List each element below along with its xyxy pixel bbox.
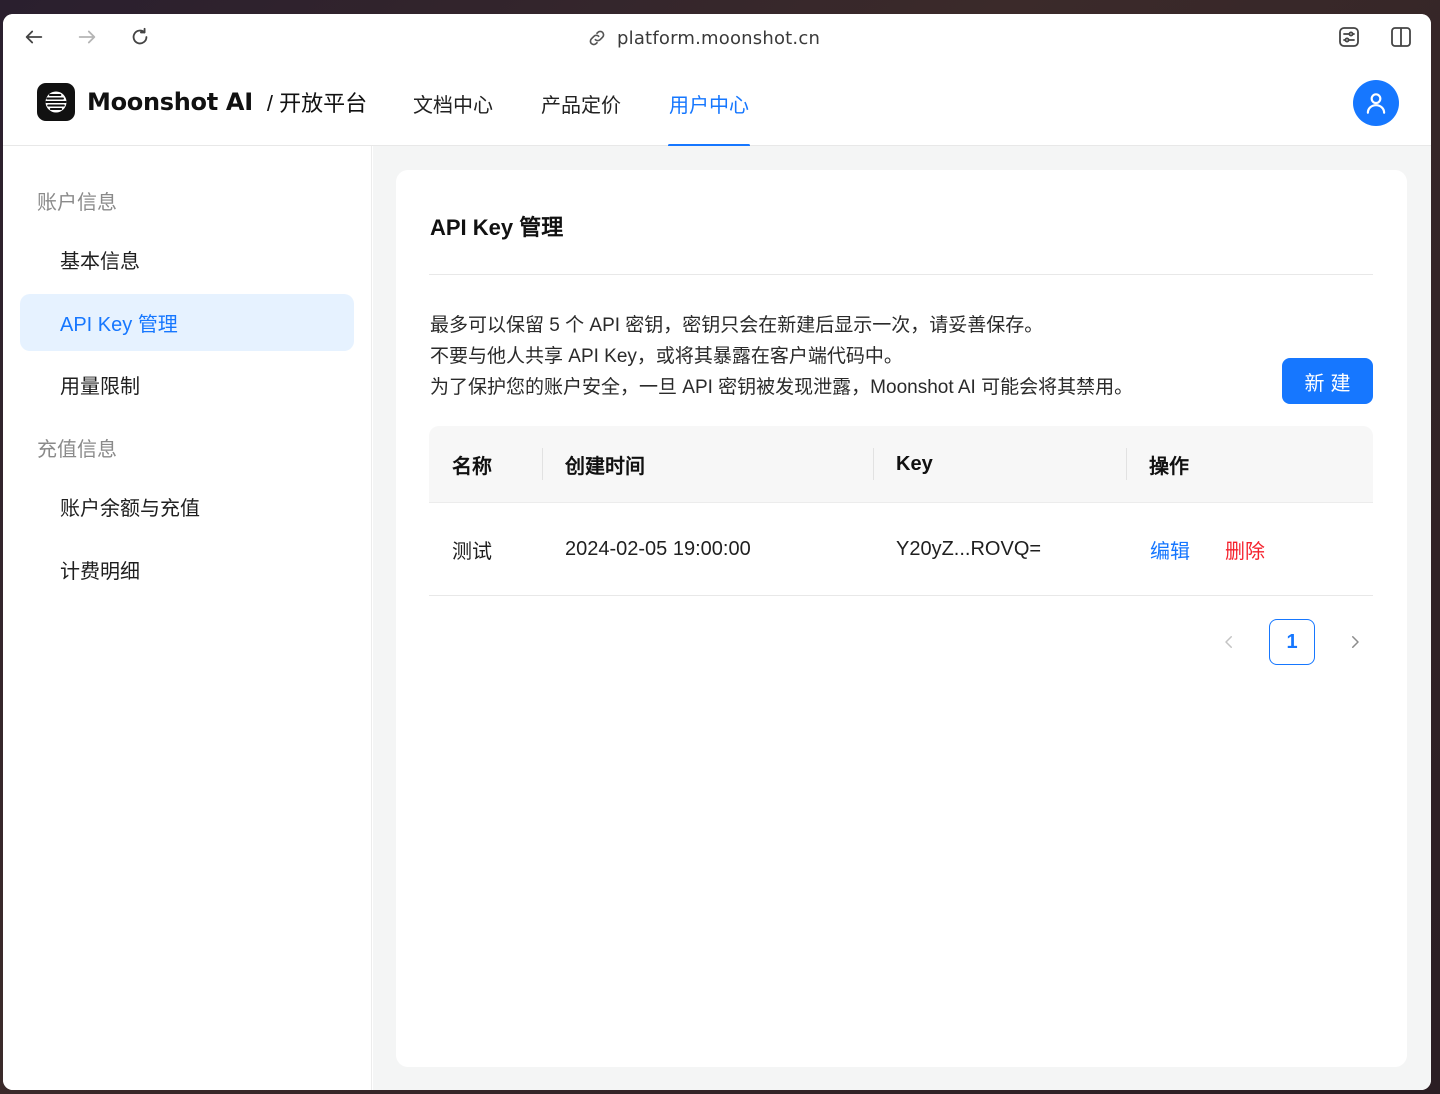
- cell-created: 2024-02-05 19:00:00: [565, 538, 751, 560]
- sidebar-group-account: 账户信息: [37, 192, 117, 214]
- api-key-table: 名称 创建时间 Key 操作 测试 2024-02-05 19:00:00 Y2…: [429, 426, 1373, 596]
- api-key-card: API Key 管理 最多可以保留 5 个 API 密钥，密钥只会在新建后显示一…: [396, 170, 1407, 1067]
- sidebar-item-usage-limits[interactable]: 用量限制: [20, 356, 354, 413]
- column-header-name: 名称: [452, 456, 492, 478]
- url-text: platform.moonshot.cn: [617, 27, 821, 49]
- pagination: 1: [1211, 619, 1373, 665]
- top-nav: 文档中心 产品定价 用户中心: [412, 60, 750, 147]
- column-header-created: 创建时间: [565, 456, 645, 478]
- sidebar-toggle-icon[interactable]: [1388, 24, 1414, 50]
- next-page-icon[interactable]: [1337, 624, 1373, 660]
- notice-line: 最多可以保留 5 个 API 密钥，密钥只会在新建后显示一次，请妥善保存。: [430, 315, 1044, 336]
- browser-toolbar: platform.moonshot.cn: [3, 14, 1431, 60]
- user-icon: [1366, 93, 1386, 114]
- browser-window: platform.moonshot.cn Moonshot AI / 开放平台 …: [3, 14, 1431, 1090]
- sidebar-item-billing[interactable]: 计费明细: [20, 541, 354, 598]
- forward-arrow-icon[interactable]: [74, 24, 100, 50]
- column-separator: [542, 448, 543, 480]
- cell-key: Y20yZ...ROVQ=: [896, 538, 1042, 560]
- delete-link[interactable]: 删除: [1225, 503, 1265, 596]
- user-avatar[interactable]: [1353, 80, 1399, 126]
- main-content: API Key 管理 最多可以保留 5 个 API 密钥，密钥只会在新建后显示一…: [373, 146, 1431, 1090]
- divider: [429, 274, 1373, 275]
- link-icon: [589, 30, 605, 46]
- nav-user-center[interactable]: 用户中心: [668, 60, 750, 147]
- settings-sliders-icon[interactable]: [1336, 24, 1362, 50]
- brand[interactable]: Moonshot AI / 开放平台: [37, 82, 367, 122]
- app-header: Moonshot AI / 开放平台 文档中心 产品定价 用户中心: [3, 60, 1431, 147]
- address-bar[interactable]: platform.moonshot.cn: [587, 26, 820, 50]
- brand-subtitle: / 开放平台: [266, 91, 368, 116]
- prev-page-icon[interactable]: [1211, 624, 1247, 660]
- sidebar: 账户信息 基本信息 API Key 管理 用量限制 充值信息 账户余额与充值 计…: [3, 146, 372, 1090]
- table-header: 名称 创建时间 Key 操作: [429, 426, 1373, 503]
- sidebar-group-recharge: 充值信息: [37, 439, 117, 461]
- page-title: API Key 管理: [430, 215, 564, 240]
- reload-icon[interactable]: [127, 24, 153, 50]
- edit-link[interactable]: 编辑: [1150, 503, 1190, 596]
- column-header-actions: 操作: [1149, 456, 1189, 478]
- table-row: 测试 2024-02-05 19:00:00 Y20yZ...ROVQ= 编辑 …: [429, 503, 1373, 596]
- notice-line: 不要与他人共享 API Key，或将其暴露在客户端代码中。: [430, 346, 903, 367]
- nav-pricing[interactable]: 产品定价: [540, 60, 622, 146]
- sidebar-item-api-key[interactable]: API Key 管理: [20, 294, 354, 351]
- column-separator: [873, 448, 874, 480]
- page-number-current[interactable]: 1: [1269, 619, 1315, 665]
- back-arrow-icon[interactable]: [21, 24, 47, 50]
- new-key-button[interactable]: 新建: [1282, 358, 1373, 404]
- brand-name: Moonshot AI: [87, 88, 253, 116]
- notice-text: 最多可以保留 5 个 API 密钥，密钥只会在新建后显示一次，请妥善保存。 不要…: [430, 310, 1133, 403]
- sidebar-item-balance[interactable]: 账户余额与充值: [20, 478, 354, 535]
- notice-line: 为了保护您的账户安全，一旦 API 密钥被发现泄露，Moonshot AI 可能…: [430, 377, 1134, 398]
- moonshot-logo-icon: [37, 83, 75, 121]
- nav-docs[interactable]: 文档中心: [412, 60, 494, 146]
- column-separator: [1126, 448, 1127, 480]
- sidebar-item-basic-info[interactable]: 基本信息: [20, 231, 354, 288]
- cell-name: 测试: [452, 541, 492, 563]
- column-header-key: Key: [896, 453, 933, 475]
